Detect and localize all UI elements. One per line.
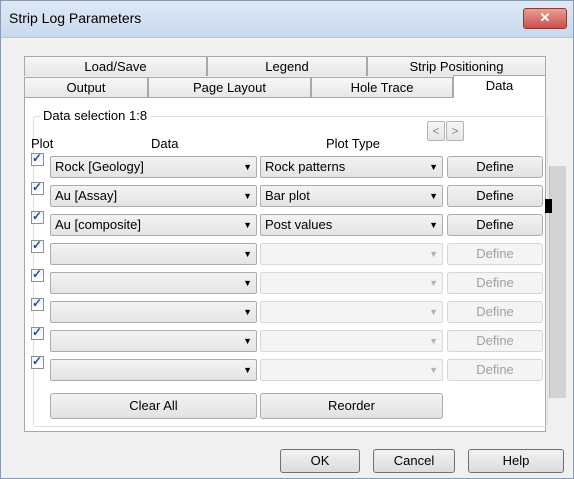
data-select[interactable]: ▼ [50,330,257,352]
clear-all-button[interactable]: Clear All [50,393,257,419]
chevron-down-icon: ▼ [243,307,252,317]
plot-checkbox[interactable] [31,267,44,282]
plot-type-select[interactable]: ▼ [260,243,443,265]
define-button[interactable]: Define [447,243,543,265]
define-button[interactable]: Define [447,156,543,178]
chevron-down-icon: ▼ [429,162,438,172]
tab-strip-positioning[interactable]: Strip Positioning [367,56,546,76]
previous-page-button[interactable]: < [427,121,445,141]
data-select-value: Au [composite] [55,217,141,232]
plot-checkbox[interactable] [31,209,44,224]
tab-legend[interactable]: Legend [207,56,367,76]
plot-checkbox[interactable] [31,354,44,369]
chevron-down-icon: ▼ [429,220,438,230]
plot-checkbox[interactable] [31,151,44,166]
define-button[interactable]: Define [447,359,543,381]
column-header-data: Data [151,136,179,151]
dialog-title: Strip Log Parameters [9,10,142,26]
scroll-indicator [545,199,552,213]
tab-data[interactable]: Data [453,75,546,98]
plot-type-select[interactable]: ▼ [260,272,443,294]
plot-checkbox[interactable] [31,325,44,340]
close-button[interactable]: ✕ [523,8,567,29]
plot-type-select[interactable]: ▼ [260,359,443,381]
chevron-down-icon: ▼ [243,162,252,172]
define-button[interactable]: Define [447,301,543,323]
dialog-window: Strip Log Parameters ✕ Load/Save Legend … [0,0,574,479]
plot-checkbox[interactable] [31,238,44,253]
data-select-value: Au [Assay] [55,188,118,203]
define-button[interactable]: Define [447,185,543,207]
plot-type-select[interactable]: ▼ [260,330,443,352]
tab-row-back: Load/Save Legend Strip Positioning [24,56,546,76]
data-select[interactable]: Au [composite] ▼ [50,214,257,236]
chevron-down-icon: ▼ [243,191,252,201]
chevron-down-icon: ▼ [429,336,438,346]
help-button[interactable]: Help [468,449,564,473]
plot-type-value: Post values [265,217,333,232]
chevron-down-icon: ▼ [429,307,438,317]
chevron-down-icon: ▼ [243,220,252,230]
plot-checkbox[interactable] [31,180,44,195]
data-select[interactable]: ▼ [50,243,257,265]
data-select[interactable]: Au [Assay] ▼ [50,185,257,207]
data-select[interactable]: ▼ [50,301,257,323]
chevron-down-icon: ▼ [243,365,252,375]
plot-type-select[interactable]: Bar plot ▼ [260,185,443,207]
chevron-down-icon: ▼ [243,249,252,259]
reorder-button[interactable]: Reorder [260,393,443,419]
chevron-down-icon: ▼ [429,249,438,259]
chevron-down-icon: ▼ [429,278,438,288]
group-label: Data selection 1:8 [40,108,151,123]
tab-row-front: Output Page Layout Hole Trace Data [24,75,546,98]
define-button[interactable]: Define [447,330,543,352]
cancel-button[interactable]: Cancel [373,449,455,473]
plot-checkbox[interactable] [31,296,44,311]
chevron-down-icon: ▼ [243,278,252,288]
plot-type-select[interactable]: Post values ▼ [260,214,443,236]
tab-output[interactable]: Output [24,77,148,97]
column-header-plot: Plot [31,136,54,151]
data-select-value: Rock [Geology] [55,159,144,174]
tab-load-save[interactable]: Load/Save [24,56,207,76]
chevron-down-icon: ▼ [429,191,438,201]
plot-type-select[interactable]: ▼ [260,301,443,323]
tab-hole-trace[interactable]: Hole Trace [311,77,453,97]
plot-type-select[interactable]: Rock patterns ▼ [260,156,443,178]
define-button[interactable]: Define [447,214,543,236]
data-select[interactable]: Rock [Geology] ▼ [50,156,257,178]
title-bar: Strip Log Parameters ✕ [1,1,573,38]
chevron-down-icon: ▼ [243,336,252,346]
data-select[interactable]: ▼ [50,272,257,294]
plot-type-value: Rock patterns [265,159,346,174]
next-page-button[interactable]: > [446,121,464,141]
chevron-down-icon: ▼ [429,365,438,375]
plot-type-value: Bar plot [265,188,310,203]
data-select[interactable]: ▼ [50,359,257,381]
column-header-plot-type: Plot Type [326,136,380,151]
vertical-scrollbar[interactable] [545,166,566,398]
tab-page-layout[interactable]: Page Layout [148,77,311,97]
define-button[interactable]: Define [447,272,543,294]
ok-button[interactable]: OK [280,449,360,473]
